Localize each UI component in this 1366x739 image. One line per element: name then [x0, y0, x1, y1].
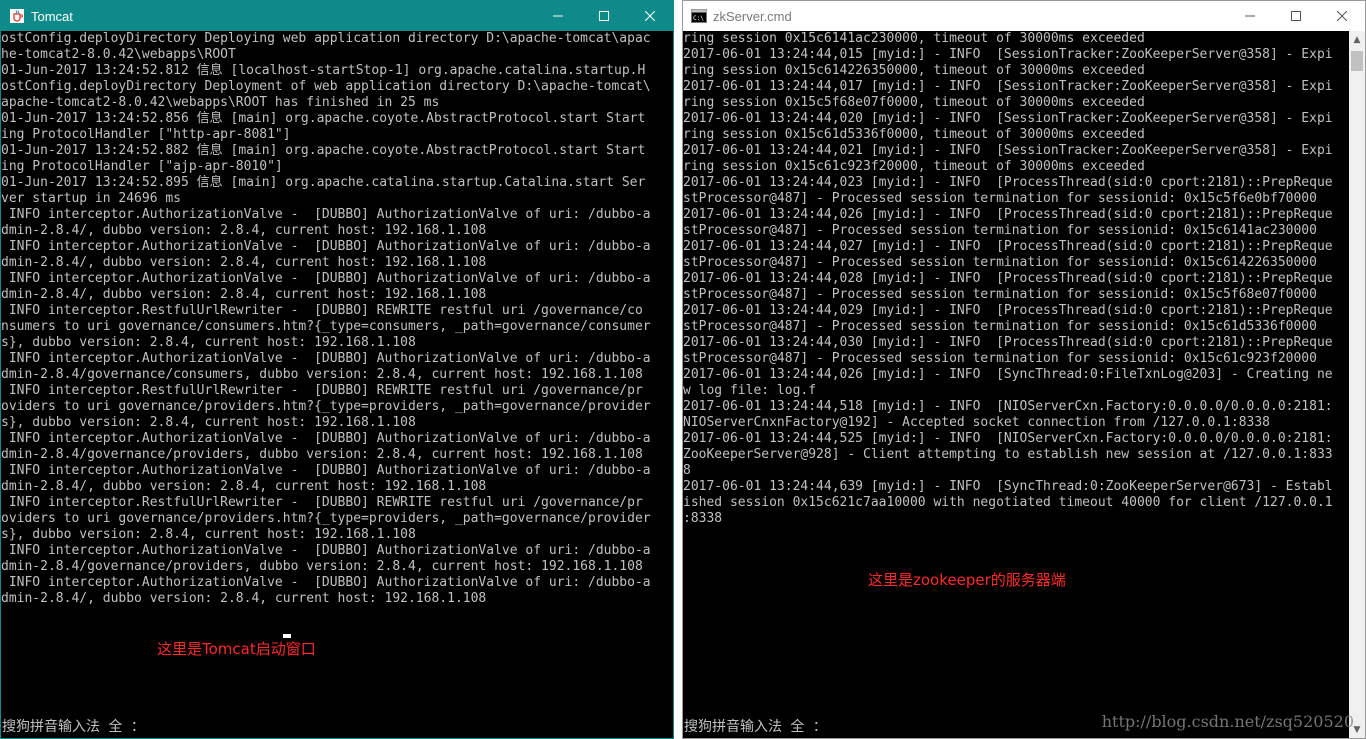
console-line: dmin-2.8.4/governance/providers, dubbo v… [1, 447, 643, 462]
console-line: :8338 [683, 511, 723, 526]
zkserver-titlebar[interactable]: C:\ zkServer.cmd [683, 1, 1365, 31]
console-line: 2017-06-01 13:24:44,026 [myid:] - INFO [… [683, 367, 1333, 382]
zkserver-console-output[interactable]: ring session 0x15c6141ac230000, timeout … [683, 31, 1347, 716]
console-line: ring session 0x15c5f68e07f0000, timeout … [683, 95, 1145, 110]
console-line: 2017-06-01 13:24:44,015 [myid:] - INFO [… [683, 47, 1333, 62]
console-line: dmin-2.8.4/governance/providers, dubbo v… [1, 559, 643, 574]
console-line: ring session 0x15c61d5336f0000, timeout … [683, 127, 1145, 142]
console-line: NIOServerCnxnFactory@192] - Accepted soc… [683, 415, 1270, 430]
tomcat-window: Tomcat ostConfig.deployDirectory Deployi… [0, 0, 674, 739]
console-line: dmin-2.8.4/, dubbo version: 2.8.4, curre… [1, 287, 487, 302]
console-line: 2017-06-01 13:24:44,020 [myid:] - INFO [… [683, 111, 1333, 126]
console-line: INFO interceptor.AuthorizationValve - [D… [1, 543, 651, 558]
console-line: 2017-06-01 13:24:44,026 [myid:] - INFO [… [683, 207, 1333, 222]
console-line: nsumers to uri governance/consumers.htm?… [1, 319, 651, 334]
console-line: 2017-06-01 13:24:44,023 [myid:] - INFO [… [683, 175, 1333, 190]
console-line: INFO interceptor.AuthorizationValve - [D… [1, 207, 651, 222]
watermark-url: http://blog.csdn.net/zsq520520 [1101, 712, 1354, 731]
console-line: w log file: log.f [683, 383, 817, 398]
console-line: 2017-06-01 13:24:44,030 [myid:] - INFO [… [683, 335, 1333, 350]
console-line: apache-tomcat2-8.0.42\webapps\ROOT has f… [1, 95, 440, 110]
console-line: dmin-2.8.4/, dubbo version: 2.8.4, curre… [1, 479, 487, 494]
console-line: ring session 0x15c61c923f20000, timeout … [683, 159, 1145, 174]
console-line: 2017-06-01 13:24:44,639 [myid:] - INFO [… [683, 479, 1333, 494]
minimize-icon [1245, 15, 1255, 17]
console-line: ver startup in 24696 ms [1, 191, 182, 206]
console-line: 2017-06-01 13:24:44,028 [myid:] - INFO [… [683, 271, 1333, 286]
console-line: 2017-06-01 13:24:44,021 [myid:] - INFO [… [683, 143, 1333, 158]
console-line: s}, dubbo version: 2.8.4, current host: … [1, 415, 416, 430]
scroll-up-icon[interactable]: ▲ [1349, 31, 1365, 48]
console-line: 2017-06-01 13:24:44,029 [myid:] - INFO [… [683, 303, 1333, 318]
console-line: INFO interceptor.AuthorizationValve - [D… [1, 463, 651, 478]
console-line: INFO interceptor.RestfulUrlRewriter - [D… [1, 303, 643, 318]
console-line: stProcessor@487] - Processed session ter… [683, 351, 1317, 366]
console-line: INFO interceptor.AuthorizationValve - [D… [1, 271, 651, 286]
console-line: ostConfig.deployDirectory Deploying web … [1, 31, 651, 46]
console-line: 01-Jun-2017 13:24:52.812 信息 [localhost-s… [1, 63, 646, 78]
minimize-icon [553, 15, 563, 17]
console-line: 01-Jun-2017 13:24:52.895 信息 [main] org.a… [1, 175, 646, 190]
zkserver-annotation: 这里是zookeeper的服务器端 [868, 571, 1066, 589]
console-line: 01-Jun-2017 13:24:52.882 信息 [main] org.a… [1, 143, 646, 158]
console-line: stProcessor@487] - Processed session ter… [683, 319, 1317, 334]
console-line: INFO interceptor.RestfulUrlRewriter - [D… [1, 383, 643, 398]
ime-status-bar: 搜狗拼音输入法 全 ： [684, 719, 827, 735]
scroll-thumb[interactable] [1351, 51, 1363, 71]
console-line: s}, dubbo version: 2.8.4, current host: … [1, 527, 416, 542]
window-title: Tomcat [31, 8, 73, 24]
console-line: dmin-2.8.4/, dubbo version: 2.8.4, curre… [1, 591, 487, 606]
tomcat-titlebar[interactable]: Tomcat [1, 1, 673, 31]
console-line: INFO interceptor.AuthorizationValve - [D… [1, 239, 651, 254]
console-line: dmin-2.8.4/governance/consumers, dubbo v… [1, 367, 643, 382]
console-line: 2017-06-01 13:24:44,017 [myid:] - INFO [… [683, 79, 1333, 94]
console-line: ostConfig.deployDirectory Deployment of … [1, 79, 651, 94]
text-cursor [283, 634, 291, 638]
console-line: 2017-06-01 13:24:44,518 [myid:] - INFO [… [683, 399, 1333, 414]
console-line: ZooKeeperServer@928] - Client attempting… [683, 447, 1333, 462]
close-button[interactable] [627, 1, 673, 31]
console-line: ing ProtocolHandler ["ajp-apr-8010"] [1, 159, 283, 174]
maximize-button[interactable] [1273, 1, 1319, 31]
console-line: he-tomcat2-8.0.42\webapps\ROOT [1, 47, 236, 62]
zkserver-window: C:\ zkServer.cmd ring session 0x15c6141a… [682, 0, 1366, 739]
console-line: stProcessor@487] - Processed session ter… [683, 191, 1317, 206]
console-line: ring session 0x15c614226350000, timeout … [683, 63, 1145, 78]
cmd-icon: C:\ [691, 8, 707, 24]
console-line: INFO interceptor.AuthorizationValve - [D… [1, 431, 651, 446]
console-line: stProcessor@487] - Processed session ter… [683, 223, 1317, 238]
console-line: s}, dubbo version: 2.8.4, current host: … [1, 335, 416, 350]
ime-status-bar: 搜狗拼音输入法 全 ： [2, 719, 145, 735]
close-button[interactable] [1319, 1, 1365, 31]
console-line: ing ProtocolHandler ["http-apr-8081"] [1, 127, 291, 142]
console-line: dmin-2.8.4/, dubbo version: 2.8.4, curre… [1, 255, 487, 270]
console-line: ring session 0x15c6141ac230000, timeout … [683, 31, 1145, 46]
console-line: 01-Jun-2017 13:24:52.856 信息 [main] org.a… [1, 111, 646, 126]
close-icon [1337, 11, 1347, 21]
console-line: 2017-06-01 13:24:44,027 [myid:] - INFO [… [683, 239, 1333, 254]
console-line: 2017-06-01 13:24:44,525 [myid:] - INFO [… [683, 431, 1333, 446]
java-cup-icon [9, 8, 25, 24]
console-line: ished session 0x15c621c7aa10000 with neg… [683, 495, 1333, 510]
console-line: INFO interceptor.AuthorizationValve - [D… [1, 575, 651, 590]
window-title: zkServer.cmd [713, 8, 792, 24]
console-line: dmin-2.8.4/, dubbo version: 2.8.4, curre… [1, 223, 487, 238]
console-line: INFO interceptor.RestfulUrlRewriter - [D… [1, 495, 643, 510]
minimize-button[interactable] [535, 1, 581, 31]
console-line: 8 [683, 463, 691, 478]
maximize-icon [599, 11, 609, 21]
console-line: oviders to uri governance/providers.htm?… [1, 511, 651, 526]
tomcat-annotation: 这里是Tomcat启动窗口 [157, 640, 316, 658]
tomcat-console-output[interactable]: ostConfig.deployDirectory Deploying web … [1, 31, 665, 716]
console-line: stProcessor@487] - Processed session ter… [683, 287, 1317, 302]
vertical-scrollbar[interactable]: ▲ ▼ [1349, 31, 1365, 738]
console-line: stProcessor@487] - Processed session ter… [683, 255, 1317, 270]
minimize-button[interactable] [1227, 1, 1273, 31]
maximize-button[interactable] [581, 1, 627, 31]
console-line: INFO interceptor.AuthorizationValve - [D… [1, 351, 651, 366]
close-icon [645, 11, 655, 21]
svg-text:C:\: C:\ [693, 15, 704, 22]
maximize-icon [1291, 11, 1301, 21]
console-line: oviders to uri governance/providers.htm?… [1, 399, 651, 414]
